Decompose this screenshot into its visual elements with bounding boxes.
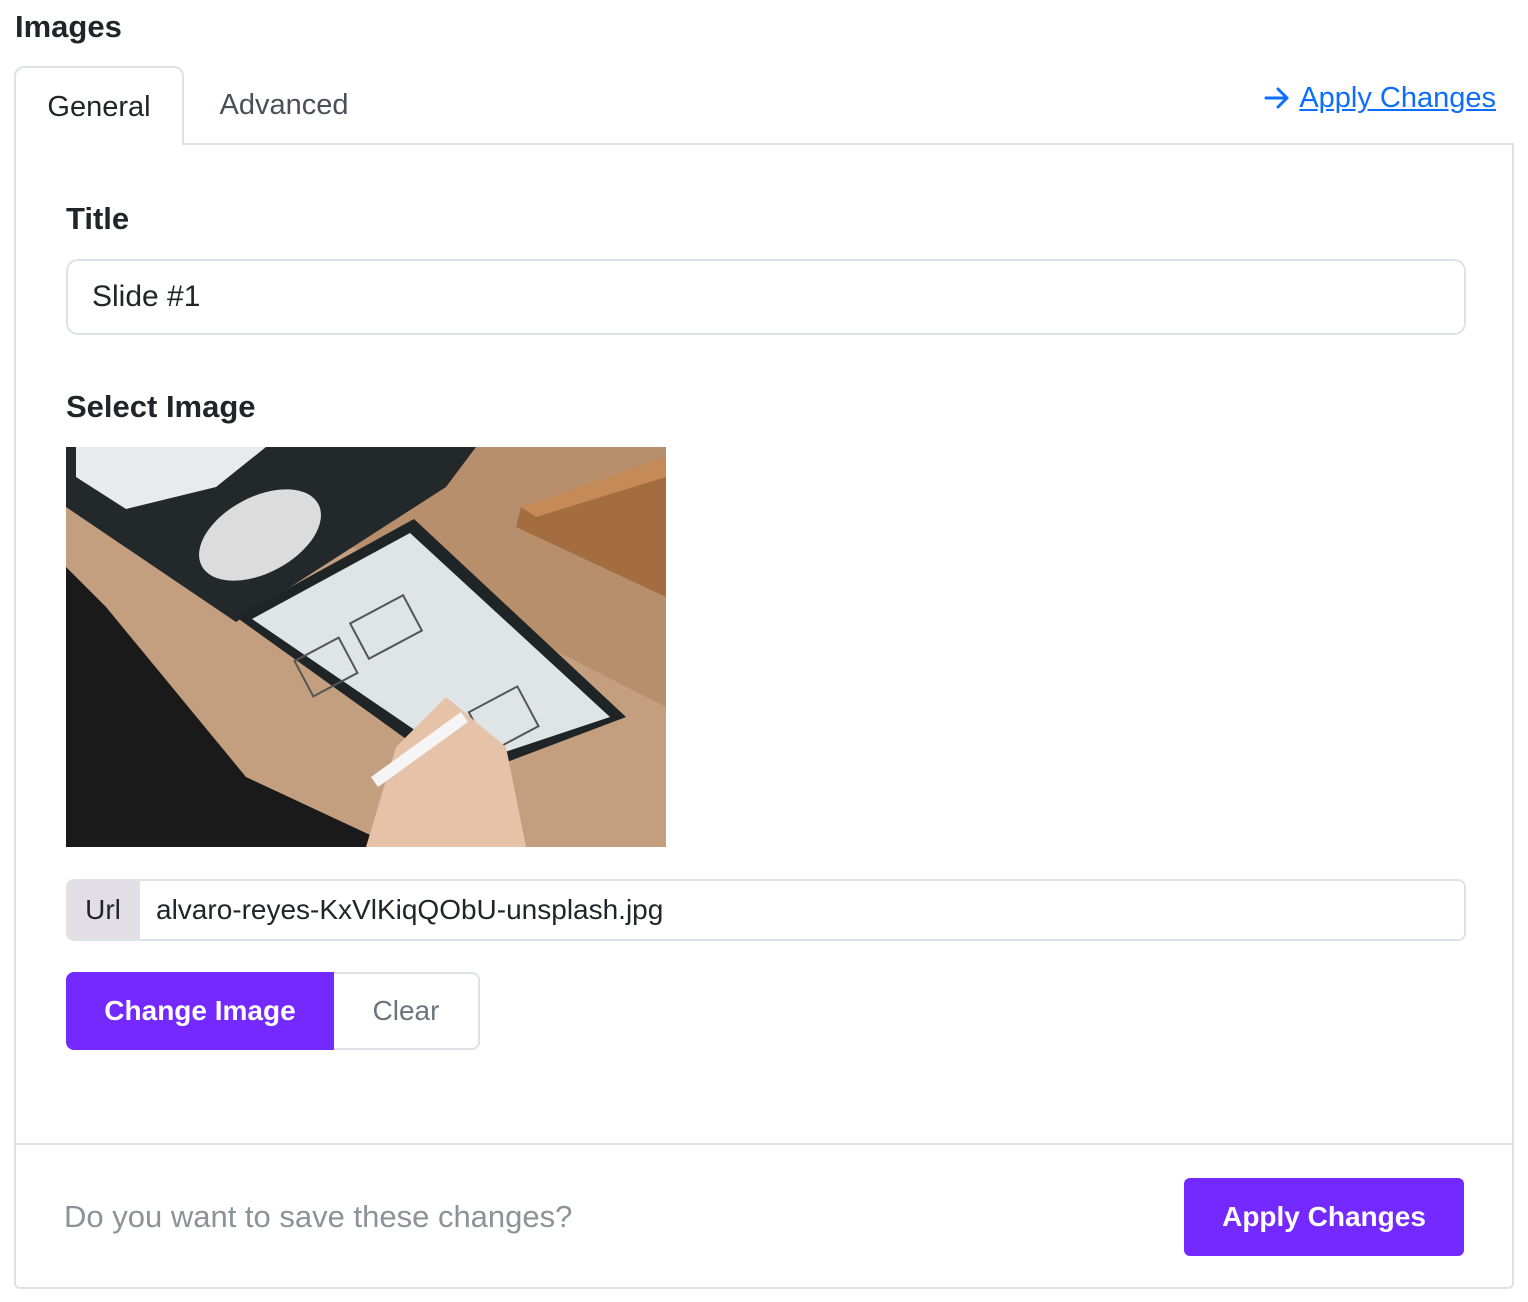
select-image-label: Select Image [66, 389, 256, 424]
clear-button[interactable]: Clear [334, 972, 480, 1050]
arrow-right-icon [1263, 84, 1291, 112]
save-prompt: Do you want to save these changes? [64, 1199, 573, 1234]
change-image-button[interactable]: Change Image [66, 972, 334, 1050]
url-input[interactable] [140, 881, 1464, 939]
apply-changes-button[interactable]: Apply Changes [1184, 1178, 1464, 1256]
apply-changes-link-label: Apply Changes [1299, 82, 1496, 114]
image-preview-graphic [66, 447, 666, 847]
image-preview[interactable] [66, 447, 666, 847]
page-title: Images [15, 9, 122, 44]
apply-changes-link[interactable]: Apply Changes [1263, 80, 1496, 116]
title-label: Title [66, 201, 130, 236]
image-settings-card: Title Select Image Url Change Image Clea… [14, 143, 1514, 1289]
title-input[interactable] [66, 259, 1466, 335]
url-addon-label: Url [68, 881, 140, 939]
url-input-group: Url [66, 879, 1466, 941]
tab-advanced[interactable]: Advanced [184, 66, 384, 145]
card-footer: Do you want to save these changes? Apply… [16, 1143, 1512, 1287]
tab-general[interactable]: General [14, 66, 184, 145]
